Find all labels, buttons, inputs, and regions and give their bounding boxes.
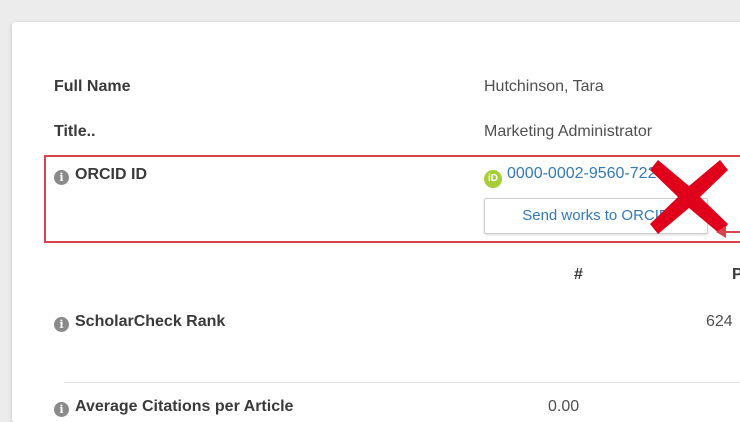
orcid-value-row: iD 0000-0002-9560-7229 <box>484 165 665 188</box>
scholarcheck-rank-label: ScholarCheck Rank <box>75 313 226 330</box>
column-header-count: # <box>574 266 583 283</box>
red-arrow-icon <box>716 226 740 238</box>
column-header-second: P <box>732 266 740 283</box>
scholarcheck-rank-value: 624 <box>706 313 733 330</box>
average-citations-value: 0.00 <box>548 398 580 415</box>
info-icon[interactable]: i <box>54 402 69 417</box>
full-name-label: Full Name <box>54 78 131 95</box>
title-label: Title.. <box>54 123 96 140</box>
orcid-id-link[interactable]: 0000-0002-9560-7229 <box>507 165 665 182</box>
info-icon[interactable]: i <box>54 317 69 332</box>
profile-card: Full Name Hutchinson, Tara Title.. Marke… <box>12 22 740 422</box>
orcid-label-row: i ORCID ID <box>54 166 147 185</box>
metric-row-label: i Average Citations per Article <box>54 398 293 417</box>
info-icon[interactable]: i <box>54 170 69 185</box>
row-divider <box>64 382 740 383</box>
orcid-label: ORCID ID <box>75 166 147 183</box>
average-citations-label: Average Citations per Article <box>75 398 294 415</box>
title-value: Marketing Administrator <box>484 123 653 140</box>
full-name-value: Hutchinson, Tara <box>484 78 604 95</box>
metric-row-label: i ScholarCheck Rank <box>54 313 225 332</box>
orcid-icon: iD <box>484 170 502 188</box>
